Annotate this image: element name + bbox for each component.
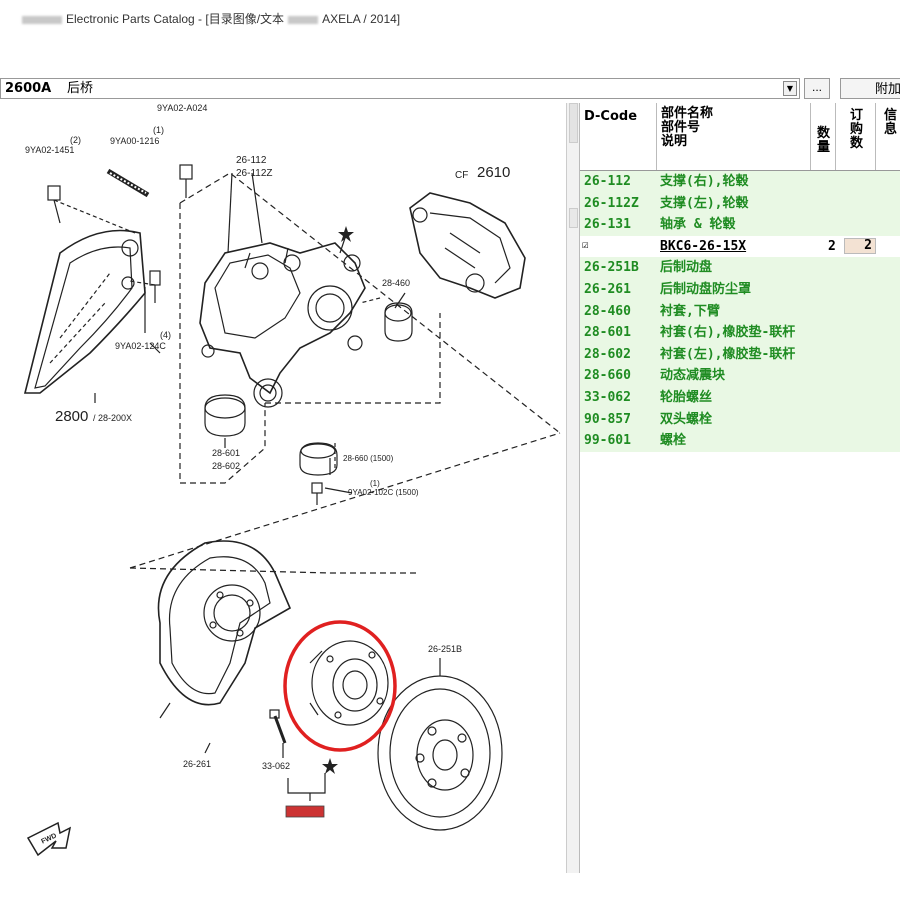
table-row[interactable]: 26-112Z 支撑(左),轮毂 (580, 192, 900, 215)
label-qty-1b: (1) (370, 479, 380, 488)
label-9ya02-1451[interactable]: 9YA02-1451 (25, 145, 74, 155)
label-9ya02-124c[interactable]: 9YA02-124C (115, 341, 166, 351)
label-28-660[interactable]: 28-660 (1500) (343, 454, 394, 463)
label-9ya02-102c[interactable]: 9YA02-102C (1500) (348, 488, 419, 497)
table-row[interactable]: 26-112 支撑(右),轮毂 (580, 171, 900, 193)
parts-diagram[interactable]: 9YA02-A024 (2) 9YA02-1451 (1) 9YA00-1216… (0, 103, 566, 873)
label-28-602[interactable]: 28-602 (212, 461, 240, 471)
label-26-261[interactable]: 26-261 (183, 759, 211, 769)
column-header-qty[interactable]: 数 量 (811, 103, 836, 170)
label-33-062[interactable]: 33-062 (262, 761, 290, 771)
label-cf: CF (455, 170, 468, 181)
highlighted-part-tag[interactable] (285, 805, 325, 818)
highlight-circle (283, 620, 397, 752)
label-9ya02-a024[interactable]: 9YA02-A024 (157, 103, 207, 113)
table-row[interactable]: 33-062 轮胎螺丝 (580, 386, 900, 409)
table-body: 26-112 支撑(右),轮毂 26-112Z 支撑(左),轮毂 26-131 轴承 … (580, 171, 900, 452)
column-header-dcode[interactable]: D-Code (580, 103, 657, 170)
label-9ya00-1216[interactable]: 9YA00-1216 (110, 136, 159, 146)
label-qty-4: (4) (160, 330, 171, 340)
title-bar: Electronic Parts Catalog - [目录图像/文本 AXELA… (0, 0, 900, 45)
label-2610[interactable]: 2610 (477, 164, 510, 181)
label-28-460[interactable]: 28-460 (382, 278, 410, 288)
column-header-order-qty[interactable]: 订 购 数 (836, 103, 876, 170)
part-number-row[interactable]: ☑ BKC6-26-15X 2 2 (580, 234, 900, 258)
table-row[interactable]: 26-261 后制动盘防尘罩 (580, 278, 900, 301)
column-header-info[interactable]: 信 息 (876, 103, 900, 170)
vertical-scrollbar[interactable] (566, 103, 580, 873)
label-28-200x[interactable]: / 28-200X (93, 413, 132, 423)
parts-table: D-Code 部件名称 部件号 说明 数 量 订 购 数 信 息 26-112 支… (580, 103, 900, 873)
table-row[interactable]: 26-131 轴承 & 轮毂 (580, 214, 900, 236)
column-header-name[interactable]: 部件名称 部件号 说明 (657, 103, 811, 170)
browse-button[interactable]: ... (804, 78, 830, 99)
group-name: 后桥 (67, 81, 94, 96)
table-row[interactable]: 28-460 衬套,下臂 (580, 300, 900, 323)
window-title: Electronic Parts Catalog - [目录图像/文本 AXELA… (22, 10, 400, 27)
scrollbar-thumb[interactable] (569, 103, 578, 143)
attach-button[interactable]: 附加 (840, 78, 900, 99)
table-row[interactable]: 28-602 衬套(左),橡胶垫-联杆 (580, 343, 900, 366)
redacted-text (22, 15, 62, 24)
scrollbar-marker (569, 208, 578, 228)
table-row[interactable]: 28-601 衬套(右),橡胶垫-联杆 (580, 322, 900, 344)
label-26-251b[interactable]: 26-251B (428, 644, 462, 654)
group-code: 2600A (5, 81, 52, 96)
order-qty-input[interactable]: 2 (844, 237, 876, 254)
label-qty-2: (2) (70, 135, 81, 145)
part-number: BKC6-26-15X (660, 238, 747, 254)
label-qty-1a: (1) (153, 125, 164, 135)
group-select[interactable]: 2600A 后桥 ▼ (0, 78, 800, 99)
exploded-view-drawing: 9YA02-A024 (2) 9YA02-1451 (1) 9YA00-1216… (23, 103, 561, 857)
table-row[interactable]: 90-857 双头螺栓 (580, 408, 900, 431)
table-row[interactable]: 26-251B 后制动盘 (580, 257, 900, 279)
redacted-text (288, 15, 319, 24)
label-26-112[interactable]: 26-112 (236, 155, 267, 166)
label-26-112z[interactable]: 26-112Z (236, 168, 273, 179)
chevron-down-icon[interactable]: ▼ (783, 81, 797, 96)
label-2800[interactable]: 2800 (55, 408, 88, 425)
checkbox-icon[interactable]: ☑ (582, 234, 589, 255)
table-row[interactable]: 28-660 动态减震块 (580, 365, 900, 387)
label-28-601[interactable]: 28-601 (212, 448, 240, 458)
table-row[interactable]: 99-601 螺栓 (580, 430, 900, 452)
part-qty: 2 (828, 238, 836, 254)
table-header: D-Code 部件名称 部件号 说明 数 量 订 购 数 信 息 (580, 103, 900, 171)
